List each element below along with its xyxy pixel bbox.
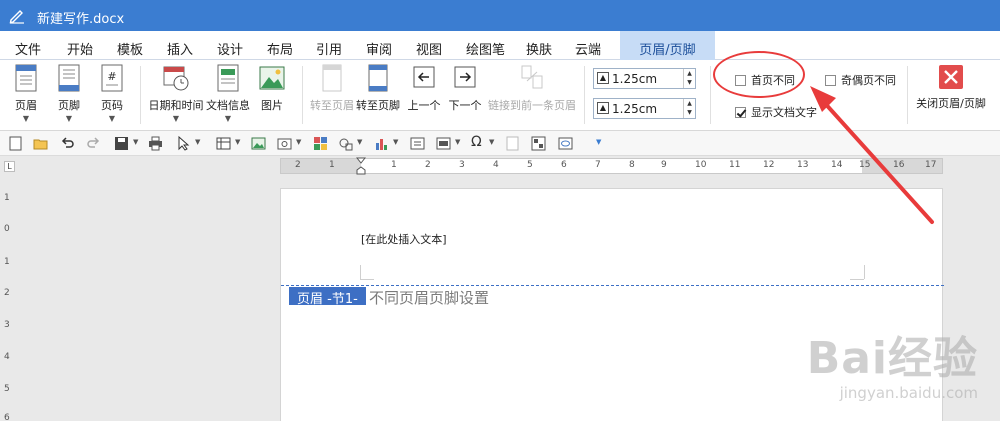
watermark-url: jingyan.baidu.com: [839, 384, 978, 402]
watermark: Bai经验 jingyan.baidu.com: [807, 322, 978, 402]
watermark-brand: Bai经验: [806, 333, 978, 384]
